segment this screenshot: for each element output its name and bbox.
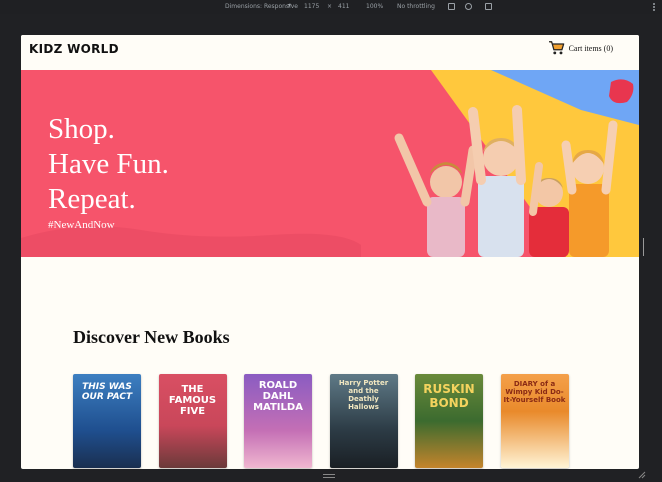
book-list: THIS WAS OUR PACT THE FAMOUS FIVE ROALD … bbox=[73, 374, 586, 468]
book-title: ROALD DAHL MATILDA bbox=[253, 380, 303, 413]
zoom-dropdown[interactable]: 100% bbox=[366, 0, 383, 14]
more-options-icon[interactable] bbox=[653, 3, 656, 11]
hero-line-1: Shop. bbox=[48, 113, 115, 145]
book-cover[interactable]: ROALD DAHL MATILDA bbox=[244, 374, 312, 468]
child-figure bbox=[394, 133, 478, 257]
page-viewport: KIDZ WORLD Cart items (0) Shop. Have Fun… bbox=[21, 35, 639, 469]
book-cover[interactable]: DIARY of a Wimpy Kid Do-It-Yourself Book bbox=[500, 374, 569, 468]
height-input[interactable]: 411 bbox=[338, 0, 349, 14]
hero-line-3: Repeat. bbox=[48, 183, 136, 215]
dimension-separator: × bbox=[327, 3, 333, 10]
rotate-icon[interactable] bbox=[448, 0, 455, 14]
bottom-resize-handle[interactable] bbox=[323, 474, 335, 478]
devtools-toolbar: Dimensions: Responsive ▾ 1175 × 411 100%… bbox=[0, 0, 662, 14]
throttle-dropdown[interactable]: No throttling bbox=[397, 0, 435, 14]
hero-hashtag: #NewAndNow bbox=[48, 219, 115, 231]
book-cover[interactable]: RUSKIN BOND bbox=[415, 374, 483, 468]
site-header: KIDZ WORLD Cart items (0) bbox=[21, 35, 639, 70]
book-cover[interactable]: THIS WAS OUR PACT bbox=[73, 374, 141, 468]
hero-line-2: Have Fun. bbox=[48, 148, 169, 180]
section-title: Discover New Books bbox=[73, 327, 230, 347]
book-title: DIARY of a Wimpy Kid Do-It-Yourself Book bbox=[503, 380, 566, 404]
hero-text: Shop. Have Fun. Repeat. #NewAndNow bbox=[48, 112, 169, 231]
width-input[interactable]: 1175 bbox=[304, 0, 319, 14]
cart-link[interactable]: Cart items (0) bbox=[548, 40, 613, 56]
side-resize-handle[interactable] bbox=[642, 238, 646, 260]
hero-banner: Shop. Have Fun. Repeat. #NewAndNow bbox=[21, 70, 639, 257]
book-cover[interactable]: THE FAMOUS FIVE bbox=[158, 374, 227, 468]
book-title: RUSKIN BOND bbox=[423, 382, 475, 410]
device-frame-icon[interactable] bbox=[485, 0, 492, 14]
book-title: THIS WAS OUR PACT bbox=[81, 382, 133, 402]
cart-label: Cart items (0) bbox=[568, 43, 613, 53]
corner-resize-icon[interactable] bbox=[638, 471, 646, 479]
cart-icon bbox=[548, 41, 564, 55]
site-logo[interactable]: KIDZ WORLD bbox=[29, 42, 119, 56]
book-title: THE FAMOUS FIVE bbox=[168, 384, 217, 417]
book-cover[interactable]: Harry Potter and the Deathly Hallows bbox=[329, 374, 398, 468]
eye-icon[interactable] bbox=[465, 0, 472, 14]
chevron-down-icon: ▾ bbox=[288, 2, 292, 9]
book-title: Harry Potter and the Deathly Hallows bbox=[338, 379, 389, 411]
